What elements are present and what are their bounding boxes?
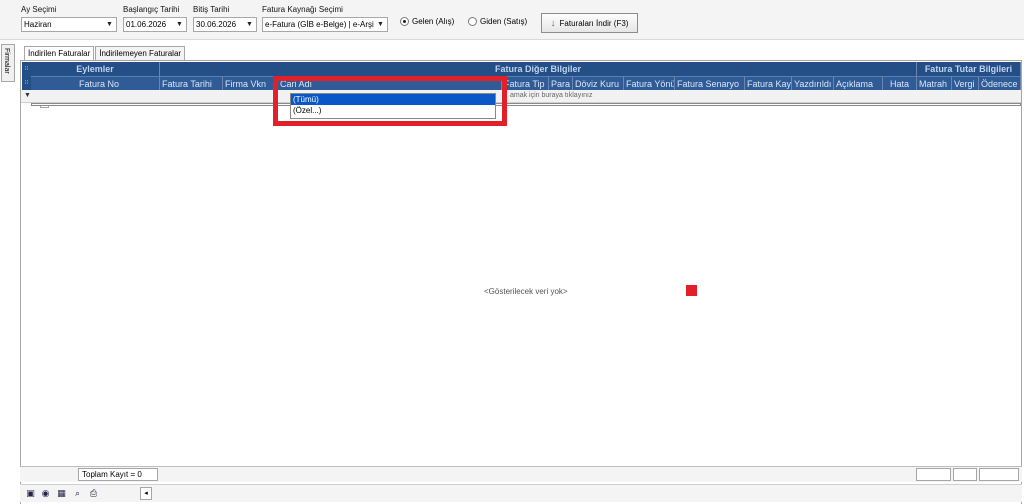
band-amount-info: Fatura Tutar Bilgileri [917, 62, 1021, 76]
summary-box-payable [979, 468, 1019, 481]
col-description[interactable]: Açıklama [834, 76, 883, 90]
end-date-input[interactable]: 30.06.2026 ▼ [193, 17, 257, 32]
source-select[interactable]: e-Fatura (GİB e-Belge) | e-Arşi ▼ [262, 17, 388, 32]
col-invoice-scenario[interactable]: Fatura Senaryo [675, 76, 745, 90]
start-date-value: 01.06.2026 [126, 20, 167, 29]
grid-row-handle-icon[interactable]: ⁝⁝ [22, 76, 31, 90]
total-records: Toplam Kayıt = 0 [78, 468, 158, 481]
start-date-field: Başlangıç Tarihi 01.06.2026 ▼ [123, 5, 187, 32]
outgoing-radio[interactable]: Giden (Satış) [468, 17, 527, 26]
band-actions: Eylemler [31, 62, 160, 76]
dropdown-option-all[interactable]: (Tümü) [291, 94, 495, 105]
col-account-name-label: Cari Adı [280, 79, 313, 89]
companies-side-tab[interactable]: Firmalar [1, 44, 15, 82]
col-invoice-source[interactable]: Fatura Kay [745, 76, 792, 90]
red-marker [686, 285, 697, 296]
grid-corner-icon[interactable]: ⁝⁝ [22, 62, 31, 76]
col-payable[interactable]: Ödenece [979, 76, 1021, 90]
source-label: Fatura Kaynağı Seçimi [262, 5, 343, 14]
month-field: Ay Seçimi Haziran ▼ [21, 5, 117, 32]
col-account-name[interactable]: Cari Adı ▼ [278, 76, 502, 90]
companies-side-tab-label: Firmalar [3, 48, 10, 74]
col-invoice-direction[interactable]: Fatura Yönü [624, 76, 675, 90]
account-filter-dropdown: (Tümü) (Özel...) [290, 93, 496, 119]
col-printed[interactable]: Yazdırıldı [792, 76, 834, 90]
print-icon[interactable]: ⎙ [88, 488, 99, 499]
tab-failed-invoices[interactable]: İndirilemeyen Faturalar [95, 46, 186, 60]
eye-icon[interactable]: ◉ [40, 488, 51, 499]
incoming-label: Gelen (Alış) [412, 17, 455, 26]
chevron-down-icon: ▼ [377, 21, 384, 28]
empty-state-text: <Gösterilecek veri yok> [484, 287, 568, 296]
invoice-grid: ⁝⁝ Eylemler Fatura Diğer Bilgiler Fatura… [20, 60, 1022, 504]
end-date-value: 30.06.2026 [196, 20, 237, 29]
col-exchange-rate[interactable]: Döviz Kuru [573, 76, 624, 90]
start-date-input[interactable]: 01.06.2026 ▼ [123, 17, 187, 32]
download-label: Faturaları İndir (F3) [559, 18, 629, 28]
status-bar: Toplam Kayıt = 0 [20, 466, 1022, 482]
radio-unchecked-icon [468, 17, 477, 26]
col-company-vkn[interactable]: Firma Vkn [223, 76, 278, 90]
chevron-left-icon[interactable]: ◂ [140, 487, 152, 500]
col-currency[interactable]: Para [549, 76, 573, 90]
invoice-panel: İndirilen Faturalar İndirilemeyen Fatura… [20, 44, 1022, 504]
end-date-label: Bitiş Tarihi [193, 5, 230, 14]
download-invoices-button[interactable]: ↓ Faturaları İndir (F3) [541, 13, 638, 33]
col-invoice-date[interactable]: Fatura Tarihi [160, 76, 223, 90]
filter-row[interactable]: ▼ amak için buraya tıklayınız [21, 90, 1021, 103]
save-icon[interactable]: ▣ [25, 488, 36, 499]
month-select[interactable]: Haziran ▼ [21, 17, 117, 32]
tab-downloaded-invoices[interactable]: İndirilen Faturalar [24, 46, 95, 61]
chevron-down-icon: ▼ [246, 21, 253, 28]
start-date-label: Başlangıç Tarihi [123, 5, 180, 14]
dropdown-option-custom[interactable]: (Özel...) [291, 105, 495, 116]
col-invoice-type[interactable]: Fatura Tip [502, 76, 549, 90]
source-field: Fatura Kaynağı Seçimi e-Fatura (GİB e-Be… [262, 5, 388, 32]
col-base-amount[interactable]: Matrah [917, 76, 952, 90]
chevron-down-icon: ▼ [106, 21, 113, 28]
col-error[interactable]: Hata [883, 76, 917, 90]
download-arrow-icon: ↓ [550, 17, 556, 29]
tab-strip: İndirilen Faturalar İndirilemeyen Fatura… [24, 46, 186, 61]
source-value: e-Fatura (GİB e-Belge) | e-Arşi [265, 20, 374, 29]
bottom-toolbar: ▣ ◉ ▦ ⌕ ⎙ ◂ [20, 484, 1022, 502]
summary-box-base [916, 468, 951, 481]
toolbar: Ay Seçimi Haziran ▼ Başlangıç Tarihi 01.… [0, 0, 1024, 40]
zoom-icon[interactable]: ⌕ [72, 488, 83, 499]
filter-row-indicator-icon: ▼ [24, 92, 31, 99]
col-invoice-no[interactable]: Fatura No [31, 76, 160, 90]
horizontal-scrollbar[interactable] [31, 103, 1021, 106]
chevron-down-icon: ▼ [176, 21, 183, 28]
outgoing-label: Giden (Satış) [480, 17, 528, 26]
incoming-radio[interactable]: Gelen (Alış) [400, 17, 454, 26]
month-value: Haziran [24, 20, 52, 29]
month-label: Ay Seçimi [21, 5, 57, 14]
radio-checked-icon [400, 17, 409, 26]
col-tax[interactable]: Vergi [952, 76, 979, 90]
band-other-info: Fatura Diğer Bilgiler [160, 62, 917, 76]
filter-row-hint: amak için buraya tıklayınız [510, 92, 593, 99]
end-date-field: Bitiş Tarihi 30.06.2026 ▼ [193, 5, 257, 32]
grid-icon[interactable]: ▦ [56, 488, 67, 499]
summary-box-tax [953, 468, 977, 481]
